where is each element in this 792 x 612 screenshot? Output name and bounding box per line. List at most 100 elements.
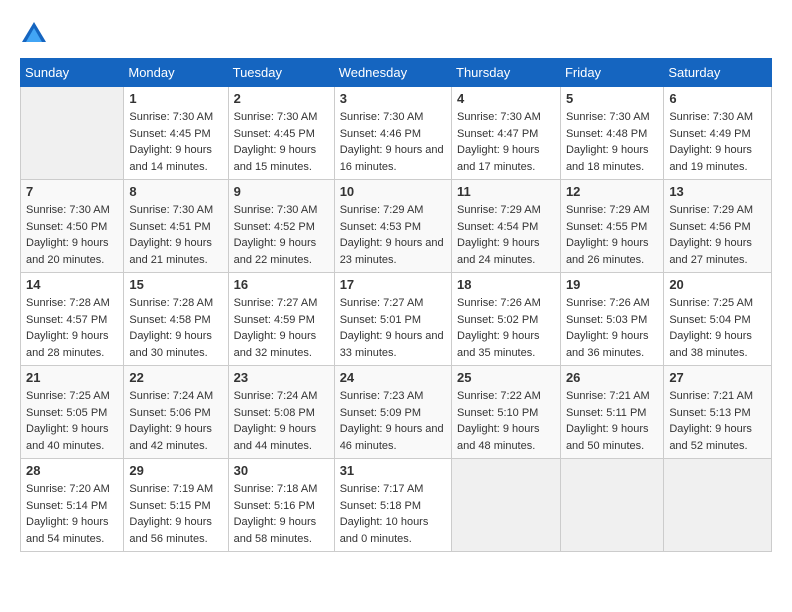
day-number: 11 — [457, 184, 555, 199]
day-info: Sunrise: 7:30 AMSunset: 4:52 PMDaylight:… — [234, 202, 329, 268]
day-number: 5 — [566, 91, 658, 106]
calendar-cell: 3 Sunrise: 7:30 AMSunset: 4:46 PMDaylight… — [334, 87, 451, 180]
day-number: 12 — [566, 184, 658, 199]
day-number: 13 — [669, 184, 766, 199]
column-header-sunday: Sunday — [21, 59, 124, 87]
day-info: Sunrise: 7:17 AMSunset: 5:18 PMDaylight:… — [340, 481, 446, 547]
calendar-cell — [664, 459, 772, 552]
day-number: 15 — [129, 277, 222, 292]
calendar-cell: 11Sunrise: 7:29 AMSunset: 4:54 PMDayligh… — [452, 180, 561, 273]
day-number: 21 — [26, 370, 118, 385]
day-number: 17 — [340, 277, 446, 292]
day-info: Sunrise: 7:24 AMSunset: 5:08 PMDaylight:… — [234, 388, 329, 454]
day-number: 30 — [234, 463, 329, 478]
day-number: 23 — [234, 370, 329, 385]
day-number: 19 — [566, 277, 658, 292]
day-info: Sunrise: 7:25 AMSunset: 5:05 PMDaylight:… — [26, 388, 118, 454]
column-header-thursday: Thursday — [452, 59, 561, 87]
day-number: 28 — [26, 463, 118, 478]
week-row-3: 14Sunrise: 7:28 AMSunset: 4:57 PMDayligh… — [21, 273, 772, 366]
week-row-2: 7 Sunrise: 7:30 AMSunset: 4:50 PMDaylight… — [21, 180, 772, 273]
calendar-cell — [560, 459, 663, 552]
calendar-cell: 21 Sunrise: 7:25 AMSunset: 5:05 PMDayligh… — [21, 366, 124, 459]
calendar-cell: 26 Sunrise: 7:21 AMSunset: 5:11 PMDayligh… — [560, 366, 663, 459]
calendar-cell: 6 Sunrise: 7:30 AMSunset: 4:49 PMDaylight… — [664, 87, 772, 180]
day-number: 26 — [566, 370, 658, 385]
calendar-cell: 16 Sunrise: 7:27 AMSunset: 4:59 PMDayligh… — [228, 273, 334, 366]
calendar-cell: 2 Sunrise: 7:30 AMSunset: 4:45 PMDaylight… — [228, 87, 334, 180]
calendar-cell: 24 Sunrise: 7:23 AMSunset: 5:09 PMDayligh… — [334, 366, 451, 459]
calendar-cell: 1Sunrise: 7:30 AMSunset: 4:45 PMDaylight… — [124, 87, 228, 180]
day-info: Sunrise: 7:23 AMSunset: 5:09 PMDaylight:… — [340, 388, 446, 454]
day-info: Sunrise: 7:26 AMSunset: 5:02 PMDaylight:… — [457, 295, 555, 361]
column-header-friday: Friday — [560, 59, 663, 87]
day-number: 7 — [26, 184, 118, 199]
calendar-body: 1 Sunrise: 7:30 AMSunset: 4:45 PMDaylight… — [21, 87, 772, 552]
calendar-cell: 15 Sunrise: 7:28 AMSunset: 4:58 PMDayligh… — [124, 273, 228, 366]
day-info: Sunrise: 7:30 AMSunset: 4:49 PMDaylight:… — [669, 109, 766, 175]
day-info: Sunrise: 7:30 AMSunset: 4:47 PMDaylight:… — [457, 109, 555, 175]
day-number: 24 — [340, 370, 446, 385]
calendar-cell: 5 Sunrise: 7:30 AMSunset: 4:48 PMDaylight… — [560, 87, 663, 180]
calendar-cell: 10 Sunrise: 7:29 AMSunset: 4:53 PMDayligh… — [334, 180, 451, 273]
day-number: 14 — [26, 277, 118, 292]
day-number: 18 — [457, 277, 555, 292]
day-number: 27 — [669, 370, 766, 385]
day-number: 10 — [340, 184, 446, 199]
calendar-cell: 27Sunrise: 7:21 AMSunset: 5:13 PMDayligh… — [664, 366, 772, 459]
logo-icon — [20, 20, 48, 48]
week-row-4: 21 Sunrise: 7:25 AMSunset: 5:05 PMDayligh… — [21, 366, 772, 459]
column-header-wednesday: Wednesday — [334, 59, 451, 87]
day-info: Sunrise: 7:29 AMSunset: 4:55 PMDaylight:… — [566, 202, 658, 268]
day-info: Sunrise: 7:30 AMSunset: 4:48 PMDaylight:… — [566, 109, 658, 175]
calendar-cell: 13 Sunrise: 7:29 AMSunset: 4:56 PMDayligh… — [664, 180, 772, 273]
day-number: 6 — [669, 91, 766, 106]
day-info: Sunrise: 7:27 AMSunset: 5:01 PMDaylight:… — [340, 295, 446, 361]
day-number: 3 — [340, 91, 446, 106]
day-info: Sunrise: 7:29 AMSunset: 4:56 PMDaylight:… — [669, 202, 766, 268]
day-info: Sunrise: 7:18 AMSunset: 5:16 PMDaylight:… — [234, 481, 329, 547]
column-header-monday: Monday — [124, 59, 228, 87]
day-number: 29 — [129, 463, 222, 478]
day-number: 2 — [234, 91, 329, 106]
calendar-cell: 28 Sunrise: 7:20 AMSunset: 5:14 PMDayligh… — [21, 459, 124, 552]
week-row-1: 1 Sunrise: 7:30 AMSunset: 4:45 PMDaylight… — [21, 87, 772, 180]
calendar-cell: 19 Sunrise: 7:26 AMSunset: 5:03 PMDayligh… — [560, 273, 663, 366]
day-info: Sunrise: 7:29 AMSunset: 4:53 PMDaylight:… — [340, 202, 446, 268]
calendar-header: SundayMondayTuesdayWednesdayThursdayFrid… — [21, 59, 772, 87]
calendar-cell: 12 Sunrise: 7:29 AMSunset: 4:55 PMDayligh… — [560, 180, 663, 273]
day-number: 31 — [340, 463, 446, 478]
column-header-saturday: Saturday — [664, 59, 772, 87]
day-number: 1 — [129, 91, 222, 106]
calendar-cell — [452, 459, 561, 552]
calendar-cell: 7 Sunrise: 7:30 AMSunset: 4:50 PMDaylight… — [21, 180, 124, 273]
calendar-cell: 29Sunrise: 7:19 AMSunset: 5:15 PMDayligh… — [124, 459, 228, 552]
day-info: Sunrise: 7:27 AMSunset: 4:59 PMDaylight:… — [234, 295, 329, 361]
day-number: 4 — [457, 91, 555, 106]
day-info: Sunrise: 7:20 AMSunset: 5:14 PMDaylight:… — [26, 481, 118, 547]
calendar-cell: 14Sunrise: 7:28 AMSunset: 4:57 PMDayligh… — [21, 273, 124, 366]
day-info: Sunrise: 7:22 AMSunset: 5:10 PMDaylight:… — [457, 388, 555, 454]
day-info: Sunrise: 7:30 AMSunset: 4:46 PMDaylight:… — [340, 109, 446, 175]
day-info: Sunrise: 7:30 AMSunset: 4:51 PMDaylight:… — [129, 202, 222, 268]
day-info: Sunrise: 7:21 AMSunset: 5:11 PMDaylight:… — [566, 388, 658, 454]
calendar-cell: 9Sunrise: 7:30 AMSunset: 4:52 PMDaylight… — [228, 180, 334, 273]
header-area — [20, 20, 772, 48]
logo — [20, 20, 52, 48]
day-info: Sunrise: 7:28 AMSunset: 4:58 PMDaylight:… — [129, 295, 222, 361]
day-info: Sunrise: 7:26 AMSunset: 5:03 PMDaylight:… — [566, 295, 658, 361]
calendar-table: SundayMondayTuesdayWednesdayThursdayFrid… — [20, 58, 772, 552]
day-number: 20 — [669, 277, 766, 292]
calendar-cell: 31 Sunrise: 7:17 AMSunset: 5:18 PMDayligh… — [334, 459, 451, 552]
day-number: 16 — [234, 277, 329, 292]
calendar-cell: 8Sunrise: 7:30 AMSunset: 4:51 PMDaylight… — [124, 180, 228, 273]
calendar-cell: 25Sunrise: 7:22 AMSunset: 5:10 PMDayligh… — [452, 366, 561, 459]
day-info: Sunrise: 7:30 AMSunset: 4:50 PMDaylight:… — [26, 202, 118, 268]
header-row: SundayMondayTuesdayWednesdayThursdayFrid… — [21, 59, 772, 87]
calendar-cell — [21, 87, 124, 180]
week-row-5: 28 Sunrise: 7:20 AMSunset: 5:14 PMDayligh… — [21, 459, 772, 552]
calendar-cell: 23 Sunrise: 7:24 AMSunset: 5:08 PMDayligh… — [228, 366, 334, 459]
day-info: Sunrise: 7:24 AMSunset: 5:06 PMDaylight:… — [129, 388, 222, 454]
day-info: Sunrise: 7:25 AMSunset: 5:04 PMDaylight:… — [669, 295, 766, 361]
day-info: Sunrise: 7:30 AMSunset: 4:45 PMDaylight:… — [234, 109, 329, 175]
